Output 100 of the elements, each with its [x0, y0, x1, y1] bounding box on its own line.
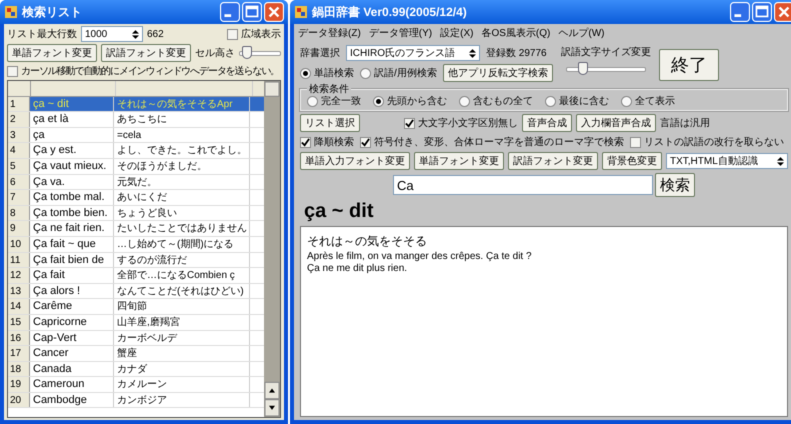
word-cell: Cambodge [30, 392, 114, 408]
list-row[interactable]: 16 Cap-Vert カーボベルデ [8, 330, 264, 346]
row-number: 6 [8, 174, 30, 190]
word-cell: ça [30, 128, 114, 142]
option-checkbox[interactable]: 符号付き、変形、合体ローマ字を普通のローマ字で検索 [360, 135, 624, 149]
translation-cell: 元気だ。 [114, 174, 250, 190]
row-number: 7 [8, 190, 30, 205]
dictionary-select[interactable]: ICHIRO氏のフランス語 [346, 45, 480, 61]
list-row[interactable]: 17 Cancer 蟹座 [8, 346, 264, 362]
condition-radio[interactable]: 完全一致 [307, 94, 361, 108]
search-input[interactable]: Ca [393, 175, 653, 195]
translation-cell: よし、できた。これでよし。 [114, 143, 250, 158]
menu-item[interactable]: 各OS風表示(Q) [481, 26, 550, 40]
search-mode-radio[interactable]: 訳語/用例検索 [360, 66, 437, 80]
option-checkbox[interactable]: リストの訳語の改行を取らない [630, 135, 784, 149]
word-cell: Ça y est. [30, 143, 114, 158]
condition-radio[interactable]: 含むもの全て [459, 94, 533, 108]
list-row[interactable]: 11 Ça fait bien de するのが流行だ [8, 252, 264, 268]
close-icon[interactable] [264, 2, 284, 22]
no-auto-send-checkbox[interactable]: カーソル移動で自動的にメインウィンドウへデータを送らない。 [7, 64, 280, 78]
list-row[interactable]: 18 Canada カナダ [8, 362, 264, 378]
close-icon[interactable] [774, 2, 791, 22]
reverse-search-button[interactable]: 他アプリ反転文字検索 [442, 64, 553, 82]
font-change-button[interactable]: 単語フォント変更 [7, 44, 97, 62]
list-row[interactable]: 7 Ça tombe mal. あいにくだ [8, 190, 264, 206]
row-number: 19 [8, 377, 30, 392]
condition-radio[interactable]: 全て表示 [621, 94, 675, 108]
minimize-icon[interactable] [220, 2, 240, 22]
list-row[interactable]: 1 ça ~ dit それは～の気をそそるApr [8, 96, 264, 112]
format-select[interactable]: TXT,HTML自動認識 [666, 153, 788, 169]
font-change-button[interactable]: 背景色変更 [602, 152, 662, 170]
cell-height-slider[interactable] [239, 45, 281, 61]
result-line: それは～の気をそそる [307, 233, 428, 250]
list-row[interactable]: 14 Carême 四旬節 [8, 299, 264, 315]
font-change-button[interactable]: 単語フォント変更 [414, 152, 504, 170]
menu-item[interactable]: ヘルプ(W) [558, 26, 604, 40]
word-cell: Ça vaut mieux. [30, 158, 114, 174]
word-cell: Ça tombe bien. [30, 206, 114, 220]
list-row[interactable]: 3 ça =cela [8, 128, 264, 144]
search-mode-radio[interactable]: 単語検索 [300, 66, 354, 80]
check-icon [361, 138, 370, 146]
spinner-arrows-icon[interactable] [469, 48, 476, 58]
list-row[interactable]: 15 Capricorne 山羊座,磨羯宮 [8, 314, 264, 330]
maximize-icon[interactable] [752, 2, 772, 22]
menu-item[interactable]: データ登録(Z) [298, 26, 361, 40]
row-number: 9 [8, 221, 30, 236]
condition-radio[interactable]: 最後に含む [545, 94, 609, 108]
row-number: 1 [8, 96, 30, 112]
translation-cell: …し始めて～(期間)になる [114, 236, 250, 252]
font-change-button[interactable]: 訳語フォント変更 [101, 44, 191, 62]
list-row[interactable]: 5 Ça vaut mieux. そのほうがましだ。 [8, 158, 264, 175]
row-number: 18 [8, 362, 30, 376]
list-row[interactable]: 13 Ça alors ! なんてことだ(それはひどい) [8, 284, 264, 300]
maximize-icon[interactable] [242, 2, 262, 22]
wide-view-checkbox[interactable]: 広域表示 [227, 27, 281, 41]
case-insensitive-checkbox[interactable]: 大文字小文字区別無し [404, 116, 518, 130]
word-cell: Ça fait bien de [30, 252, 114, 268]
word-cell: Canada [30, 362, 114, 376]
font-change-button[interactable]: 訳語フォント変更 [508, 152, 598, 170]
scrollbar[interactable] [264, 81, 280, 417]
list-row[interactable]: 10 Ça fait ~ que …し始めて～(期間)になる [8, 236, 264, 253]
font-change-button[interactable]: 単語入力フォント変更 [300, 152, 410, 170]
minimize-icon[interactable] [730, 2, 750, 22]
list-row[interactable]: 8 Ça tombe bien. ちょうど良い [8, 206, 264, 222]
headword: ça ~ dit [303, 200, 374, 223]
exit-button[interactable]: 終了 [658, 49, 719, 81]
spinner-arrows-icon[interactable] [777, 156, 784, 166]
translation-cell: =cela [114, 128, 250, 142]
app-icon [4, 5, 18, 19]
search-button[interactable]: 検索 [655, 173, 695, 197]
list-row[interactable]: 4 Ça y est. よし、できた。これでよし。 [8, 143, 264, 159]
list-row[interactable]: 6 Ça va. 元気だ。 [8, 174, 264, 190]
list-row[interactable]: 2 ça et là あちこちに [8, 112, 264, 128]
font-size-slider[interactable] [566, 61, 646, 77]
max-rows-spinner[interactable]: 1000 [81, 26, 143, 42]
list-row[interactable]: 12 Ça fait 全部で…になるCombien ç [8, 268, 264, 284]
speech-button[interactable]: 音声合成 [522, 114, 572, 132]
option-checkbox[interactable]: 降順検索 [300, 135, 354, 149]
result-line: Après le film, on va manger des crêpes. Ça te dit ? [307, 251, 533, 262]
spinner-arrows-icon[interactable] [132, 30, 139, 38]
word-cell: Ça alors ! [30, 284, 114, 298]
word-cell: Ça va. [30, 174, 114, 190]
list-row[interactable]: 9 Ça ne fait rien. たいしたことではありません [8, 221, 264, 237]
list-select-button[interactable]: リスト選択 [300, 114, 360, 132]
check-icon [301, 138, 310, 146]
menu-item[interactable]: 設定(X) [440, 26, 474, 40]
row-number: 11 [8, 252, 30, 268]
list-row[interactable]: 19 Cameroun カメルーン [8, 377, 264, 393]
word-cell: Capricorne [30, 314, 114, 330]
row-number: 20 [8, 392, 30, 408]
row-number: 2 [8, 112, 30, 127]
row-number: 16 [8, 330, 30, 346]
speech-button[interactable]: 入力欄音声合成 [576, 114, 656, 132]
list-row[interactable]: 20 Cambodge カンボジア [8, 392, 264, 408]
translation-cell: 全部で…になるCombien ç [114, 268, 250, 283]
condition-radio[interactable]: 先頭から含む [373, 94, 447, 108]
menu-item[interactable]: データ管理(Y) [368, 26, 432, 40]
window-title: 鍋田辞書 Ver0.99(2005/12/4) [312, 4, 467, 20]
font-size-label: 訳語文字サイズ変更 [560, 46, 651, 59]
word-cell: Ça fait [30, 268, 114, 283]
